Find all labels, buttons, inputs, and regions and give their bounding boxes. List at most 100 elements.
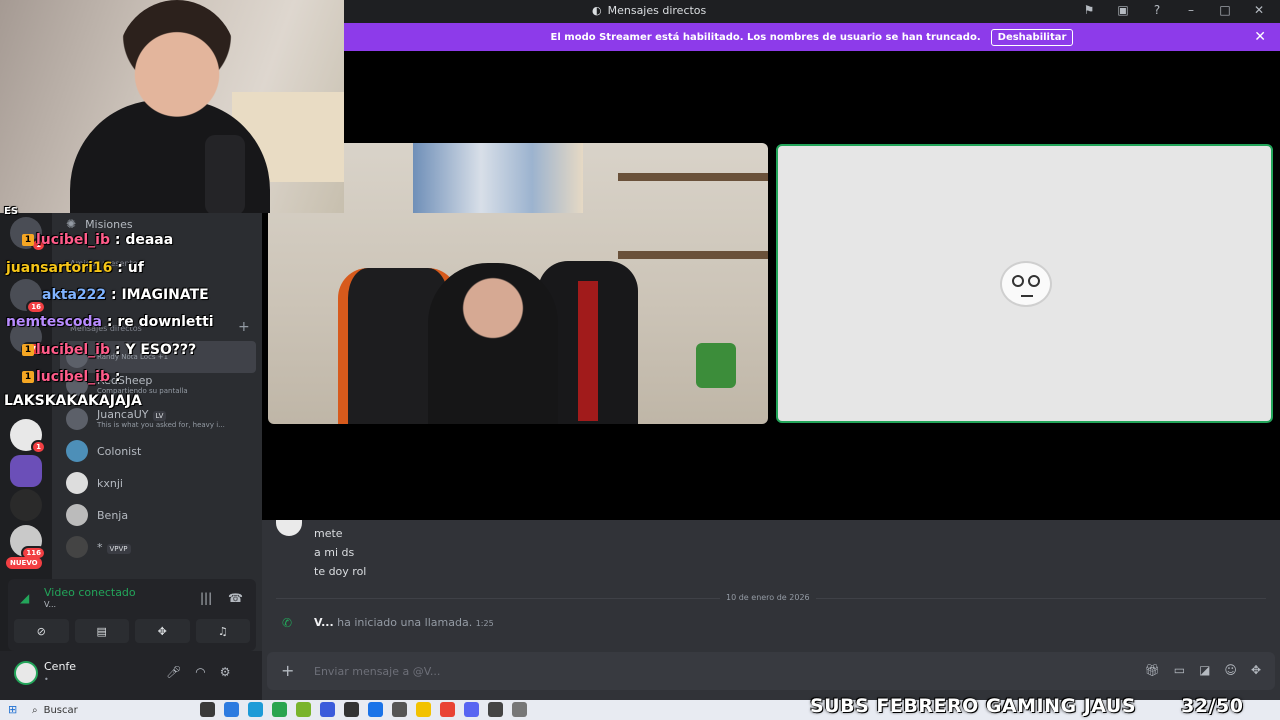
app-icon[interactable]	[368, 702, 383, 717]
creeper-plush	[696, 343, 736, 388]
taskbar-search[interactable]: ⌕ Buscar	[26, 702, 196, 718]
missions-label: Misiones	[85, 217, 133, 231]
gift-icon[interactable]: 🎁︎	[1145, 663, 1160, 677]
streamer-mode-banner: El modo Streamer está habilitado. Los no…	[344, 23, 1280, 51]
soundboard-button[interactable]: ♫	[195, 619, 250, 643]
server-icon[interactable]: 16	[10, 279, 46, 314]
voice-panel: ◢ Video conectado V... ||| ☎ ⊘ ▤ ✥ ♫	[8, 579, 256, 651]
dm-tag: LV	[152, 411, 167, 422]
noise-suppression-icon[interactable]: |||	[200, 591, 212, 605]
server-icon[interactable]	[10, 455, 42, 487]
disable-streamer-button[interactable]: Deshabilitar	[990, 28, 1074, 46]
disconnect-icon[interactable]: ☎	[228, 591, 243, 605]
call-time: 1:25	[475, 619, 494, 628]
new-badge[interactable]: NUEVO	[6, 557, 42, 569]
streamer-webcam	[0, 0, 344, 213]
sticker-icon[interactable]: ◪	[1199, 663, 1210, 677]
inbox-flag-icon[interactable]: ⚑	[1080, 3, 1098, 17]
dm-item[interactable]: * VPVP	[60, 531, 256, 563]
activities-button[interactable]: ✥	[135, 619, 190, 643]
user-status: •	[44, 675, 49, 684]
server-badge: 1	[31, 440, 46, 454]
overlay-text: : IMAGINATE	[106, 287, 209, 303]
message-avatar[interactable]	[276, 520, 302, 536]
video-tile-self[interactable]	[776, 144, 1273, 423]
search-label: Buscar	[43, 704, 78, 716]
headphones-icon[interactable]: ◠	[195, 665, 205, 679]
call-user[interactable]: V...	[314, 616, 334, 629]
gif-icon[interactable]: ▭	[1174, 663, 1185, 677]
voice-channel[interactable]: V...	[44, 600, 56, 609]
overlay-user: nemtescoda	[6, 314, 102, 330]
overlay-user: lucibel_ib	[36, 369, 110, 385]
app-icon[interactable]	[512, 702, 527, 717]
app-icon[interactable]	[344, 702, 359, 717]
mic-icon[interactable]: 🎤︎	[166, 665, 181, 679]
screen: ◐ Mensajes directos ⚑ ▣ ? – □ ✕ El modo …	[0, 0, 1280, 720]
windows-start-icon[interactable]: ⊞	[8, 703, 17, 716]
avatar	[66, 408, 88, 430]
subs-goal-overlay: SUBS FEBRERO GAMING JAUS 32/50	[810, 695, 1243, 717]
apps-icon[interactable]: ✥	[1251, 663, 1261, 677]
sub-badge-icon: 1	[22, 234, 34, 246]
avatar	[66, 472, 88, 494]
server-icon[interactable]: 116	[10, 525, 46, 560]
chat-message: a mi ds	[314, 546, 355, 559]
shelf	[618, 173, 768, 181]
add-dm-icon[interactable]: +	[238, 319, 250, 335]
overlay-text: : deaaa	[110, 232, 174, 248]
face-eye	[1012, 275, 1024, 287]
task-view-icon[interactable]	[200, 702, 215, 717]
dm-item[interactable]: Colonist	[60, 435, 256, 467]
signal-icon[interactable]: ◢	[20, 591, 29, 605]
user-controls: 🎤︎ ◠ ⚙	[166, 665, 230, 679]
settings-gear-icon[interactable]: ⚙	[220, 665, 231, 679]
taskbar-apps	[200, 702, 527, 717]
message-input[interactable]: Enviar mensaje a @V...	[314, 665, 440, 678]
close-window-icon[interactable]: ✕	[1250, 3, 1268, 17]
discord-taskbar-icon[interactable]	[464, 702, 479, 717]
close-banner-icon[interactable]: ✕	[1254, 29, 1266, 45]
minimize-icon[interactable]: –	[1182, 3, 1200, 17]
overlay-user: juansartori16	[6, 260, 113, 276]
chat-panel: mete a mi ds te doy rol 10 de enero de 2…	[262, 520, 1280, 700]
obs-icon[interactable]	[488, 702, 503, 717]
server-icon[interactable]: 1	[10, 419, 46, 454]
search-icon: ⌕	[32, 704, 38, 716]
store-icon[interactable]	[272, 702, 287, 717]
message-input-bar[interactable]: + Enviar mensaje a @V... 🎁︎ ▭ ◪ ☺ ✥	[267, 652, 1275, 690]
screen-share-icon[interactable]: ▣	[1114, 3, 1132, 17]
camera-off-button[interactable]: ⊘	[14, 619, 69, 643]
subs-goal-count: 32/50	[1181, 695, 1244, 717]
server-icon[interactable]	[10, 489, 42, 521]
user-name[interactable]: Cenfe	[44, 660, 76, 673]
app-icon[interactable]	[392, 702, 407, 717]
file-explorer-icon[interactable]	[416, 702, 431, 717]
user-avatar[interactable]	[14, 661, 38, 685]
help-icon[interactable]: ?	[1148, 3, 1166, 17]
attach-plus-icon[interactable]: +	[281, 661, 294, 680]
sub-badge-icon: 1	[22, 344, 34, 356]
dm-item[interactable]: kxnji	[60, 467, 256, 499]
chrome-icon[interactable]	[440, 702, 455, 717]
overlay-text: : uf	[112, 260, 144, 276]
input-icons: 🎁︎ ▭ ◪ ☺ ✥	[1145, 663, 1262, 677]
dm-item[interactable]: Benja	[60, 499, 256, 531]
dm-name: Colonist	[97, 444, 142, 458]
share-screen-button[interactable]: ▤	[74, 619, 129, 643]
voice-status[interactable]: Video conectado	[44, 586, 136, 599]
emoji-icon[interactable]: ☺	[1224, 663, 1237, 677]
avatar-face	[1000, 261, 1052, 307]
dm-name: * VPVP	[97, 541, 131, 554]
dm-tag: VPVP	[106, 543, 131, 554]
copilot-icon[interactable]	[224, 702, 239, 717]
xbox-icon[interactable]	[296, 702, 311, 717]
overlay-text: LAKSKAKAKAJAJA	[4, 393, 142, 409]
maximize-icon[interactable]: □	[1216, 3, 1234, 17]
avatar	[66, 504, 88, 526]
dm-name-text: JuancaUY	[97, 408, 149, 422]
overlay-chat-line: akta222 : IMAGINATE	[42, 287, 209, 303]
edge-icon[interactable]	[248, 702, 263, 717]
app-icon[interactable]	[320, 702, 335, 717]
video-person	[428, 263, 558, 424]
